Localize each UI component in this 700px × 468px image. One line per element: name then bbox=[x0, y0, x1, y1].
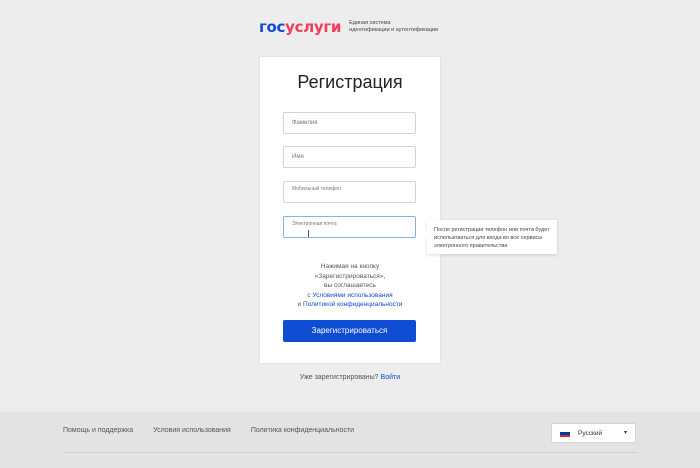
gosuslugi-logo[interactable]: госуслуги Единая система идентификации и… bbox=[259, 18, 449, 36]
language-select[interactable]: Русский ▾ bbox=[551, 423, 636, 443]
agreement-text: Нажимая на кнопку «Зарегистрироваться», … bbox=[297, 263, 403, 308]
logo-wordmark: госуслуги bbox=[259, 18, 342, 36]
footer: Помощь и поддержка Условия использования… bbox=[0, 412, 700, 468]
registration-card: Регистрация Фамилия Имя Мобильный телефо… bbox=[260, 57, 440, 363]
phone-field[interactable]: Мобильный телефон bbox=[283, 181, 416, 203]
register-button[interactable]: Зарегистрироваться bbox=[283, 320, 416, 342]
already-registered: Уже зарегистрированы? Войти bbox=[299, 374, 401, 381]
text-cursor bbox=[308, 230, 309, 237]
email-field[interactable]: Электронная почта bbox=[283, 216, 416, 238]
footer-divider bbox=[63, 452, 637, 453]
footer-link-privacy[interactable]: Политика конфиденциальности bbox=[251, 427, 354, 434]
logo-tagline: Единая система идентификации и аутентифи… bbox=[349, 20, 439, 33]
page-title: Регистрация bbox=[297, 72, 403, 92]
chevron-down-icon: ▾ bbox=[623, 430, 627, 436]
email-tooltip: После регистрации телефон или почта буде… bbox=[422, 220, 557, 254]
last-name-field[interactable]: Фамилия bbox=[283, 112, 416, 134]
main-area: госуслуги Единая система идентификации и… bbox=[0, 0, 700, 412]
terms-link[interactable]: Условиями использования bbox=[312, 292, 392, 299]
footer-link-help[interactable]: Помощь и поддержка bbox=[63, 427, 133, 434]
login-link[interactable]: Войти bbox=[381, 374, 401, 381]
russia-flag-icon bbox=[560, 430, 570, 437]
first-name-field[interactable]: Имя bbox=[283, 146, 416, 168]
footer-link-terms[interactable]: Условия использования bbox=[153, 427, 231, 434]
privacy-link[interactable]: Политикой конфиденциальности bbox=[303, 301, 402, 308]
footer-links: Помощь и поддержка Условия использования… bbox=[63, 427, 374, 434]
language-label: Русский bbox=[578, 430, 603, 437]
